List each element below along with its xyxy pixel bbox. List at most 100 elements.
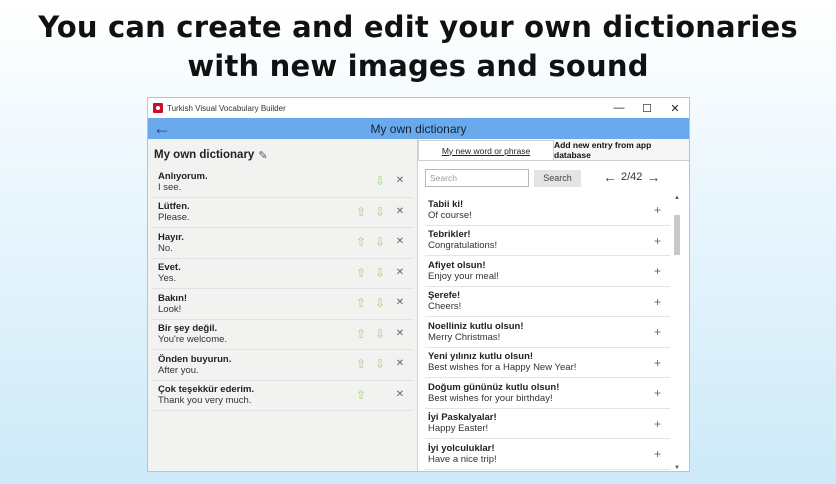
entry-word: Yeni yılınız kutlu olsun! xyxy=(428,351,534,363)
list-item[interactable]: Doğum gününüz kutlu olsun! Best wishes fo… xyxy=(425,378,670,409)
headline-line-1: You can create and edit your own diction… xyxy=(38,10,798,44)
remove-entry-icon[interactable]: ✕ xyxy=(393,388,407,402)
scroll-down-arrow-icon[interactable]: ▼ xyxy=(673,465,681,471)
move-down-arrow-icon[interactable]: ⇩ xyxy=(373,327,387,341)
minimize-button[interactable]: — xyxy=(605,102,633,114)
list-item[interactable]: Evet. Yes. ⇧ ⇩ ✕ xyxy=(152,259,413,289)
maximize-button[interactable]: ☐ xyxy=(633,102,661,115)
list-item[interactable]: Tebrikler! Congratulations! + xyxy=(425,226,670,256)
entry-word: Tabii ki! xyxy=(428,198,464,210)
entry-translation: Enjoy your meal! xyxy=(428,270,499,282)
app-flag-icon xyxy=(153,103,163,113)
entry-word: Noelliniz kutlu olsun! xyxy=(428,320,524,332)
scrollbar[interactable]: ▲ ▼ xyxy=(673,195,681,471)
list-item[interactable]: İyi yolculuklar! Have a nice trip! + xyxy=(425,439,670,470)
move-up-arrow-icon[interactable]: ⇧ xyxy=(354,266,368,280)
entry-word: Çok teşekkür ederim. xyxy=(158,384,255,396)
list-item[interactable]: Anlıyorum. I see. ⇩ ✕ xyxy=(152,167,413,198)
list-item[interactable]: Lütfen. Please. ⇧ ⇩ ✕ xyxy=(152,198,413,228)
close-button[interactable]: ✕ xyxy=(661,102,689,115)
window-title: Turkish Visual Vocabulary Builder xyxy=(167,103,286,113)
move-down-arrow-icon[interactable]: ⇩ xyxy=(373,266,387,280)
entry-translation: Best wishes for your birthday! xyxy=(428,392,553,404)
remove-entry-icon[interactable]: ✕ xyxy=(393,327,407,341)
list-item[interactable]: Çok teşekkür ederim. Thank you very much.… xyxy=(152,381,413,411)
add-plus-icon[interactable]: + xyxy=(654,295,661,309)
entry-translation: Congratulations! xyxy=(428,240,498,252)
add-plus-icon[interactable]: + xyxy=(654,325,661,339)
entry-word: Afiyet olsun! xyxy=(428,259,486,271)
list-item[interactable]: Tabii ki! Of course! + xyxy=(425,195,670,226)
add-plus-icon[interactable]: + xyxy=(654,234,661,248)
move-down-arrow-icon[interactable]: ⇩ xyxy=(373,205,387,219)
remove-entry-icon[interactable]: ✕ xyxy=(393,266,407,280)
move-up-arrow-icon[interactable]: ⇧ xyxy=(354,357,368,371)
promo-headline: You can create and edit your own diction… xyxy=(0,8,836,86)
entry-word: İyi Paskalyalar! xyxy=(428,412,497,424)
headline-line-2: with new images and sound xyxy=(187,49,649,83)
app-bar: ← My own dictionary xyxy=(148,118,689,139)
move-up-arrow-icon[interactable]: ⇧ xyxy=(354,327,368,341)
list-item[interactable]: Noelliniz kutlu olsun! Merry Christmas! + xyxy=(425,317,670,348)
entry-word: İyi yolculuklar! xyxy=(428,442,495,454)
remove-entry-icon[interactable]: ✕ xyxy=(393,235,407,249)
next-page-arrow-icon[interactable]: → xyxy=(646,169,660,185)
add-plus-icon[interactable]: + xyxy=(654,356,661,370)
tab-my-new-word[interactable]: My new word or phrase xyxy=(418,140,554,160)
back-arrow-icon[interactable]: ← xyxy=(148,118,176,139)
tab-bar: My new word or phrase Add new entry from… xyxy=(418,139,689,161)
edit-pencil-icon[interactable]: ✎ xyxy=(258,149,267,162)
list-item[interactable]: İyi Paskalyalar! Happy Easter! + xyxy=(425,409,670,439)
pager: ← 2/42 → xyxy=(603,169,660,185)
page-title: My own dictionary xyxy=(370,121,467,136)
list-item[interactable]: Bakın! Look! ⇧ ⇩ ✕ xyxy=(152,289,413,320)
remove-entry-icon[interactable]: ✕ xyxy=(393,174,407,188)
list-item[interactable]: Yeni yılınız kutlu olsun! Best wishes for… xyxy=(425,348,670,378)
add-plus-icon[interactable]: + xyxy=(654,386,661,400)
entry-translation: Happy Easter! xyxy=(428,423,489,435)
search-input[interactable] xyxy=(425,169,529,187)
add-plus-icon[interactable]: + xyxy=(654,264,661,278)
move-up-arrow-icon[interactable]: ⇧ xyxy=(354,205,368,219)
remove-entry-icon[interactable]: ✕ xyxy=(393,205,407,219)
database-entry-list[interactable]: Tabii ki! Of course! + Tebrikler! Congratul… xyxy=(425,195,670,471)
list-item[interactable]: Hayır. No. ⇧ ⇩ ✕ xyxy=(152,228,413,259)
add-plus-icon[interactable]: + xyxy=(654,447,661,461)
add-plus-icon[interactable]: + xyxy=(654,417,661,431)
move-up-arrow-icon[interactable]: ⇧ xyxy=(354,296,368,310)
page-indicator: 2/42 xyxy=(621,171,643,183)
list-item[interactable]: Bir şey değil. You're welcome. ⇧ ⇩ ✕ xyxy=(152,320,413,350)
dictionary-name: My own dictionary xyxy=(154,149,255,161)
previous-page-arrow-icon[interactable]: ← xyxy=(603,169,617,185)
entry-translation: Cheers! xyxy=(428,301,462,313)
own-dictionary-pane: My own dictionary ✎ Anlıyorum. I see. ⇩ ✕… xyxy=(148,139,418,471)
entry-translation: Of course! xyxy=(428,209,472,221)
move-down-arrow-icon[interactable]: ⇩ xyxy=(373,235,387,249)
move-up-arrow-icon[interactable]: ⇧ xyxy=(354,235,368,249)
move-up-arrow-icon[interactable]: ⇧ xyxy=(354,388,368,402)
entry-word: Tebrikler! xyxy=(428,229,471,241)
entry-translation: Thank you very much. xyxy=(158,395,252,407)
scrollbar-thumb[interactable] xyxy=(674,215,680,255)
scroll-up-arrow-icon[interactable]: ▲ xyxy=(673,195,681,201)
entry-word: Doğum gününüz kutlu olsun! xyxy=(428,381,560,393)
entry-translation: Have a nice trip! xyxy=(428,453,497,465)
list-item[interactable]: Şerefe! Cheers! + xyxy=(425,287,670,317)
main-content: My own dictionary ✎ Anlıyorum. I see. ⇩ ✕… xyxy=(148,139,689,471)
search-row: Search ← 2/42 → xyxy=(418,161,689,195)
add-entry-pane: My new word or phrase Add new entry from… xyxy=(418,139,689,471)
remove-entry-icon[interactable]: ✕ xyxy=(393,357,407,371)
entry-translation: Merry Christmas! xyxy=(428,331,501,343)
tab-app-database[interactable]: Add new entry from app database xyxy=(554,139,689,160)
move-down-arrow-icon[interactable]: ⇩ xyxy=(373,174,387,188)
list-item[interactable]: Önden buyurun. After you. ⇧ ⇩ ✕ xyxy=(152,350,413,381)
entry-translation: Best wishes for a Happy New Year! xyxy=(428,362,577,374)
add-plus-icon[interactable]: + xyxy=(654,203,661,217)
dictionary-title: My own dictionary ✎ xyxy=(148,139,417,165)
move-down-arrow-icon[interactable]: ⇩ xyxy=(373,296,387,310)
title-bar: Turkish Visual Vocabulary Builder — ☐ ✕ xyxy=(148,98,689,118)
remove-entry-icon[interactable]: ✕ xyxy=(393,296,407,310)
search-button[interactable]: Search xyxy=(534,169,581,187)
move-down-arrow-icon[interactable]: ⇩ xyxy=(373,357,387,371)
list-item[interactable]: Afiyet olsun! Enjoy your meal! + xyxy=(425,256,670,287)
